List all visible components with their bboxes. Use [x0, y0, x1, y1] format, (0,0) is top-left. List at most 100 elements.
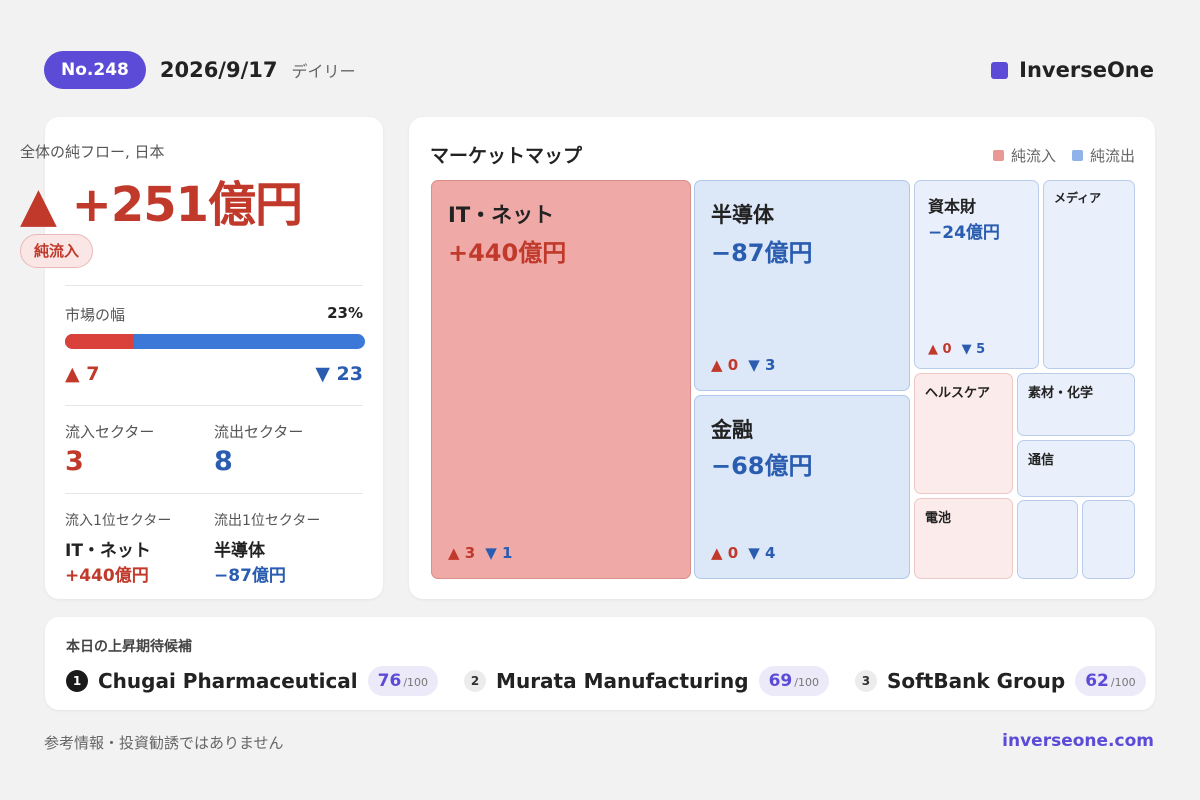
- divider: [65, 285, 363, 286]
- total-flow-label: 全体の純フロー, 日本: [20, 143, 165, 161]
- header: No.248 2026/9/17 デイリー InverseOne: [44, 51, 1154, 89]
- tile-media[interactable]: メディア: [1043, 180, 1135, 369]
- tile-name: 通信: [1028, 453, 1055, 468]
- tile-up-count: ▲ 0: [711, 544, 739, 562]
- status-badge: 純流入: [20, 234, 94, 268]
- rank-badge: 3: [854, 670, 877, 692]
- candidates-card: 本日の上昇期待候補 1 Chugai Pharmaceutical 76 /10…: [45, 617, 1155, 710]
- report-period: デイリー: [291, 62, 356, 81]
- up-count: ▲ 7: [65, 363, 100, 385]
- tile-unlabeled[interactable]: [1082, 500, 1135, 579]
- brand-logo-icon: [991, 61, 1009, 79]
- breadth-bar-up-fill: [65, 334, 134, 349]
- tile-capital-goods[interactable]: 資本財 −24億円 ▲ 0 ▼ 5: [914, 180, 1039, 369]
- tile-healthcare[interactable]: ヘルスケア: [914, 373, 1013, 494]
- tile-name: 電池: [925, 511, 952, 526]
- candidate-item[interactable]: 2 Murata Manufacturing 69 /100: [464, 666, 829, 696]
- tile-counts: ▲ 0 ▼ 5: [928, 342, 985, 357]
- tile-up-count: ▲ 0: [711, 356, 739, 374]
- legend-inflow-swatch: [992, 150, 1004, 161]
- inflow-sectors-label: 流入セクター: [65, 423, 155, 441]
- top-sectors: 流入1位セクター IT・ネット +440億円 流出1位セクター 半導体 −87億…: [65, 510, 363, 586]
- candidate-item[interactable]: 3 SoftBank Group 62 /100: [854, 666, 1146, 696]
- breadth-label: 市場の幅: [65, 306, 126, 324]
- score-pill: 76 /100: [367, 666, 439, 696]
- top-outflow-value: −87億円: [214, 566, 286, 586]
- tile-name: IT・ネット: [448, 203, 555, 227]
- legend-inflow: 純流入: [992, 145, 1056, 166]
- candidate-name: Murata Manufacturing: [496, 669, 749, 693]
- tile-telecom[interactable]: 通信: [1017, 440, 1135, 497]
- outflow-sectors-count: 8: [214, 446, 233, 477]
- tile-value: −24億円: [928, 223, 1000, 243]
- tile-name: 金融: [711, 418, 753, 442]
- divider: [65, 493, 363, 494]
- candidate-item[interactable]: 1 Chugai Pharmaceutical 76 /100: [66, 666, 439, 696]
- rank-badge: 2: [464, 670, 487, 692]
- tile-name: ヘルスケア: [925, 386, 991, 401]
- breadth-bar: [65, 334, 365, 349]
- top-inflow-name: IT・ネット: [65, 541, 151, 561]
- tile-battery[interactable]: 電池: [914, 498, 1013, 579]
- top-inflow-value: +440億円: [65, 566, 149, 586]
- tile-up-count: ▲ 3: [448, 544, 476, 562]
- tile-it-net[interactable]: IT・ネット +440億円 ▲ 3 ▼ 1: [431, 180, 691, 579]
- tile-down-count: ▼ 5: [961, 342, 986, 357]
- top-outflow-sector: 流出1位セクター 半導体 −87億円: [214, 510, 363, 586]
- top-inflow-label: 流入1位セクター: [65, 513, 172, 529]
- inflow-sectors: 流入セクター 3: [65, 421, 214, 477]
- tile-name: 素材・化学: [1028, 386, 1094, 401]
- tile-counts: ▲ 3 ▼ 1: [448, 544, 512, 562]
- score-max: /100: [1110, 676, 1136, 689]
- legend-outflow: 純流出: [1071, 145, 1135, 166]
- tile-name: 資本財: [928, 197, 977, 216]
- score-max: /100: [403, 676, 429, 689]
- candidate-name: Chugai Pharmaceutical: [98, 669, 358, 693]
- tile-semiconductor[interactable]: 半導体 −87億円 ▲ 0 ▼ 3: [694, 180, 910, 391]
- score-value: 76: [377, 671, 402, 691]
- top-inflow-sector: 流入1位セクター IT・ネット +440億円: [65, 510, 214, 586]
- down-count: ▼ 23: [315, 363, 363, 385]
- tile-finance[interactable]: 金融 −68億円 ▲ 0 ▼ 4: [694, 395, 910, 579]
- market-map-card: マーケットマップ 純流入 純流出 IT・ネット +440億円 ▲ 3 ▼ 1 半…: [409, 117, 1155, 599]
- outflow-sectors: 流出セクター 8: [214, 421, 363, 477]
- candidates-list: 1 Chugai Pharmaceutical 76 /100 2 Murata…: [66, 666, 1172, 696]
- market-map-title: マーケットマップ: [430, 145, 583, 167]
- tile-up-count: ▲ 0: [928, 342, 952, 357]
- brand-name: InverseOne: [1019, 58, 1154, 82]
- breadth-counts: ▲ 7 ▼ 23: [65, 363, 363, 385]
- tile-unlabeled[interactable]: [1017, 500, 1078, 579]
- disclaimer: 参考情報・投資勧誘ではありません: [44, 734, 284, 752]
- report-date: 2026/9/17: [159, 58, 278, 82]
- inflow-sectors-count: 3: [65, 446, 84, 477]
- tile-value: −68億円: [711, 452, 813, 480]
- outflow-sectors-label: 流出セクター: [214, 423, 304, 441]
- candidates-title: 本日の上昇期待候補: [66, 639, 192, 655]
- score-pill: 62 /100: [1075, 666, 1146, 696]
- candidate-name: SoftBank Group: [886, 669, 1066, 693]
- breadth-percent: 23%: [327, 304, 363, 322]
- rank-badge: 1: [66, 670, 88, 692]
- tile-materials-chemicals[interactable]: 素材・化学: [1017, 373, 1135, 436]
- score-value: 62: [1085, 671, 1109, 691]
- total-flow-value: ▲ +251億円: [20, 177, 303, 233]
- tile-name: メディア: [1054, 191, 1102, 205]
- score-pill: 69 /100: [758, 666, 829, 696]
- website-link[interactable]: inverseone.com: [1002, 731, 1154, 751]
- legend-inflow-label: 純流入: [1010, 147, 1056, 165]
- tile-counts: ▲ 0 ▼ 3: [711, 356, 775, 374]
- tile-down-count: ▼ 4: [748, 544, 776, 562]
- legend-outflow-label: 純流出: [1089, 147, 1135, 165]
- tile-value: +440億円: [448, 239, 567, 267]
- tile-down-count: ▼ 1: [485, 544, 513, 562]
- brand[interactable]: InverseOne: [991, 58, 1154, 82]
- top-outflow-name: 半導体: [214, 541, 265, 561]
- legend: 純流入 純流出: [977, 145, 1135, 166]
- tile-counts: ▲ 0 ▼ 4: [711, 544, 775, 562]
- score-value: 69: [768, 671, 793, 691]
- legend-outflow-swatch: [1071, 150, 1083, 161]
- sector-counts: 流入セクター 3 流出セクター 8: [65, 421, 363, 477]
- breadth-row: 市場の幅 23%: [65, 304, 363, 325]
- top-outflow-label: 流出1位セクター: [214, 513, 321, 529]
- tile-down-count: ▼ 3: [748, 356, 776, 374]
